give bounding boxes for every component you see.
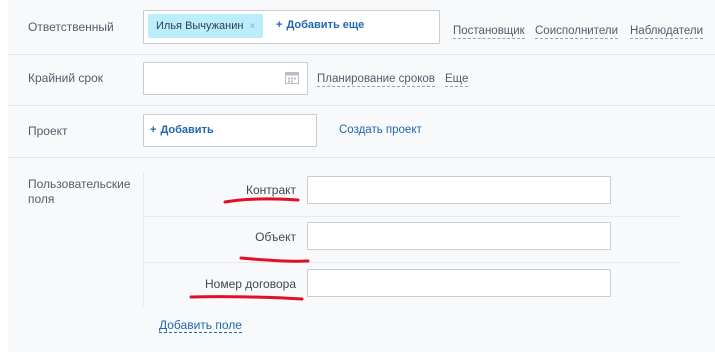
add-more-label: Добавить еще <box>286 19 365 31</box>
project-add-label: Добавить <box>160 124 214 136</box>
divider <box>143 262 680 263</box>
more-link[interactable]: Еще <box>445 72 469 87</box>
tag-remove-icon[interactable]: × <box>249 21 255 32</box>
user-fields-label: Пользовательские поля <box>28 177 131 206</box>
deadline-input[interactable] <box>143 62 308 95</box>
divider <box>8 105 715 106</box>
object-input[interactable] <box>307 222 611 250</box>
coexecutors-link[interactable]: Соисполнители <box>535 24 619 39</box>
planning-link[interactable]: Планирование сроков <box>317 72 435 87</box>
divider <box>8 157 715 158</box>
divider <box>8 54 715 55</box>
project-label: Проект <box>28 124 68 138</box>
plus-icon: + <box>276 19 283 31</box>
deadline-label: Крайний срок <box>28 71 104 85</box>
contract-number-input[interactable] <box>307 269 611 297</box>
plus-icon: + <box>150 124 157 136</box>
creator-link[interactable]: Постановщик <box>453 24 525 39</box>
divider <box>143 216 680 217</box>
contract-input[interactable] <box>307 176 611 204</box>
contract-number-label: Номер договора <box>205 277 296 291</box>
responsible-tag[interactable]: Илья Вычужанин × <box>148 14 264 38</box>
contract-label: Контракт <box>245 183 296 197</box>
add-field-link[interactable]: Добавить поле <box>159 318 242 333</box>
object-label: Объект <box>255 230 296 244</box>
add-more-button[interactable]: + Добавить еще <box>276 19 364 31</box>
calendar-icon[interactable] <box>285 71 299 84</box>
responsible-label: Ответственный <box>28 20 114 34</box>
create-project-link[interactable]: Создать проект <box>339 124 422 136</box>
observers-link[interactable]: Наблюдатели <box>630 24 703 39</box>
project-add-button[interactable]: + Добавить <box>150 124 214 136</box>
responsible-tag-name: Илья Вычужанин <box>156 20 244 32</box>
